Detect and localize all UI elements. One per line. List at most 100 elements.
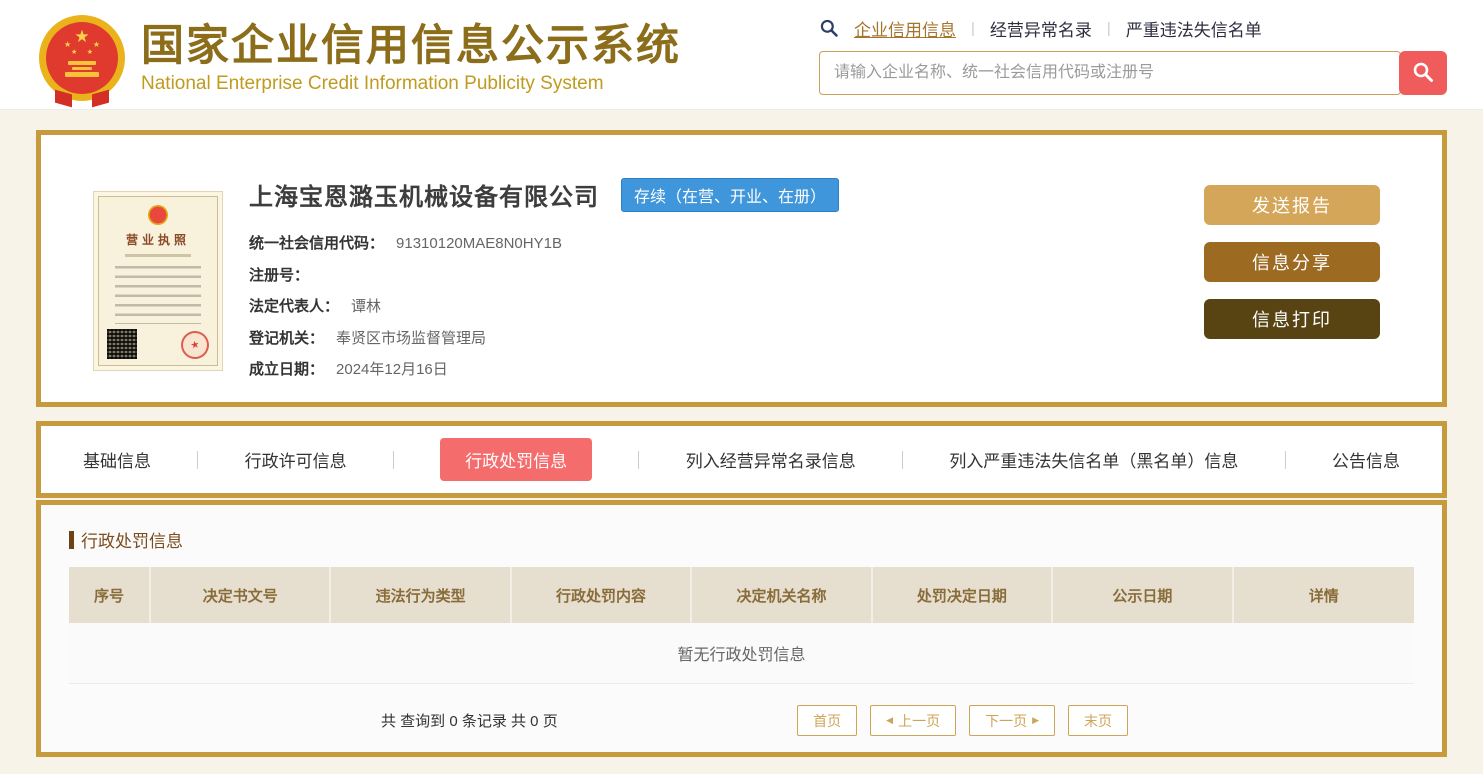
- header-right: 企业信用信息 | 经营异常名录 | 严重违法失信名单: [819, 10, 1447, 109]
- first-page-button[interactable]: 首页: [797, 705, 858, 736]
- license-qr-code: [107, 329, 137, 359]
- tab-administrative-license[interactable]: 行政许可信息: [245, 447, 347, 472]
- nav-link-enterprise-credit[interactable]: 企业信用信息: [854, 16, 956, 41]
- company-name-row: 上海宝恩潞玉机械设备有限公司 存续（在营、开业、在册）: [249, 177, 1204, 212]
- info-tabs-card: 基础信息 行政许可信息 行政处罚信息 列入经营异常名录信息 列入严重违法失信名单…: [36, 421, 1447, 498]
- emblem-gate-shape: [72, 66, 92, 70]
- info-tabs: 基础信息 行政许可信息 行政处罚信息 列入经营异常名录信息 列入严重违法失信名单…: [41, 438, 1442, 481]
- emblem-small-star-icon: ★: [92, 39, 100, 49]
- tab-serious-violations-blacklist[interactable]: 列入严重违法失信名单（黑名单）信息: [949, 447, 1238, 472]
- column-header-decision-doc-no: 决定书文号: [151, 567, 332, 623]
- field-registration-number: 注册号：: [249, 260, 1204, 292]
- site-titles: 国家企业信用信息公示系统 National Enterprise Credit …: [141, 21, 681, 95]
- business-license-image: 营业执照 ★: [93, 191, 223, 371]
- section-title-row: 行政处罚信息: [69, 527, 1414, 552]
- site-title-english: National Enterprise Credit Information P…: [141, 73, 604, 95]
- field-label: 成立日期：: [249, 361, 325, 378]
- last-page-label: 末页: [1084, 712, 1112, 729]
- search-bar: [819, 51, 1447, 95]
- penalty-table-header: 序号 决定书文号 违法行为类型 行政处罚内容 决定机关名称 处罚决定日期 公示日…: [69, 567, 1414, 623]
- license-emblem-icon: [148, 205, 168, 225]
- license-title: 营业执照: [125, 233, 190, 247]
- nav-link-abnormal-operations[interactable]: 经营异常名录: [990, 16, 1092, 41]
- tab-announcements[interactable]: 公告信息: [1332, 447, 1400, 472]
- tab-separator: [197, 450, 199, 469]
- record-count-summary: 共 查询到 0 条记录 共 0 页: [381, 713, 558, 730]
- top-nav: 企业信用信息 | 经营异常名录 | 严重违法失信名单: [819, 14, 1447, 42]
- prev-page-button[interactable]: ◀ 上一页: [870, 705, 957, 736]
- field-label: 统一社会信用代码：: [249, 235, 385, 252]
- emblem-small-star-icon: ★: [86, 48, 93, 56]
- tab-separator: [1284, 450, 1286, 469]
- share-info-button[interactable]: 信息分享: [1204, 242, 1380, 282]
- penalty-table: 序号 决定书文号 违法行为类型 行政处罚内容 决定机关名称 处罚决定日期 公示日…: [69, 567, 1414, 684]
- emblem-small-star-icon: ★: [64, 39, 72, 49]
- field-value: 2024年12月16日: [336, 361, 448, 378]
- nav-separator: |: [1106, 19, 1111, 37]
- field-label: 注册号：: [249, 266, 310, 284]
- prev-arrow-icon: ◀: [886, 715, 894, 725]
- section-title: 行政处罚信息: [81, 532, 183, 551]
- search-input[interactable]: [819, 51, 1401, 95]
- license-red-stamp-icon: ★: [178, 328, 212, 362]
- send-report-button[interactable]: 发送报告: [1204, 185, 1380, 225]
- tab-separator: [392, 450, 394, 469]
- company-summary-card: 营业执照 ★ 上海宝恩潞玉机械设备有限公司 存续（在营、开业、在册） 统一社会信…: [36, 130, 1447, 407]
- business-license-inner: 营业执照 ★: [98, 196, 218, 366]
- column-header-decision-date: 处罚决定日期: [873, 567, 1054, 623]
- field-unified-social-credit-code: 统一社会信用代码： 91310120MAE8N0HY1B: [249, 228, 1204, 260]
- company-action-buttons: 发送报告 信息分享 信息打印: [1204, 185, 1380, 402]
- field-label: 登记机关：: [249, 329, 325, 347]
- emblem-gate-shape: [68, 60, 96, 65]
- next-arrow-icon: ▶: [1032, 715, 1039, 725]
- print-info-button[interactable]: 信息打印: [1204, 299, 1380, 339]
- field-legal-representative: 法定代表人： 谭林: [249, 291, 1204, 323]
- search-submit-button[interactable]: [1399, 51, 1447, 95]
- prev-page-label: 上一页: [898, 712, 941, 729]
- table-empty-state: 暂无行政处罚信息: [69, 623, 1414, 684]
- column-header-violation-type: 违法行为类型: [331, 567, 512, 623]
- column-header-penalty-content: 行政处罚内容: [512, 567, 693, 623]
- tab-separator: [902, 450, 904, 469]
- site-header: ★ ★ ★ ★ ★ 国家企业信用信息公示系统 National Enterpri…: [0, 0, 1483, 110]
- next-page-button[interactable]: 下一页 ▶: [969, 705, 1055, 736]
- site-brand: ★ ★ ★ ★ ★ 国家企业信用信息公示系统 National Enterpri…: [38, 10, 681, 109]
- first-page-label: 首页: [813, 712, 842, 729]
- tab-abnormal-operations-list[interactable]: 列入经营异常名录信息: [686, 447, 856, 472]
- nav-link-serious-violations[interactable]: 严重违法失信名单: [1126, 16, 1262, 41]
- main-content: 营业执照 ★ 上海宝恩潞玉机械设备有限公司 存续（在营、开业、在册） 统一社会信…: [0, 110, 1483, 757]
- column-header-details: 详情: [1308, 587, 1339, 605]
- site-title-chinese: 国家企业信用信息公示系统: [141, 21, 681, 70]
- tab-basic-info[interactable]: 基础信息: [83, 447, 151, 472]
- last-page-button[interactable]: 末页: [1068, 705, 1128, 736]
- license-footer: ★: [107, 328, 212, 362]
- section-title-bar: [69, 530, 74, 549]
- tab-administrative-penalty[interactable]: 行政处罚信息: [440, 438, 593, 481]
- license-text-lines: [115, 266, 201, 324]
- company-name: 上海宝恩潞玉机械设备有限公司: [249, 184, 599, 211]
- company-info: 上海宝恩潞玉机械设备有限公司 存续（在营、开业、在册） 统一社会信用代码： 91…: [249, 177, 1204, 402]
- tab-separator: [638, 450, 640, 469]
- field-value: 91310120MAE8N0HY1B: [396, 235, 562, 252]
- column-header-seq: 序号: [69, 567, 151, 623]
- penalty-info-panel: 行政处罚信息 序号 决定书文号 违法行为类型 行政处罚内容 决定机关名称 处罚决…: [36, 500, 1447, 757]
- emblem-small-star-icon: ★: [71, 48, 78, 56]
- nav-separator: |: [971, 19, 975, 37]
- status-badge: 存续（在营、开业、在册）: [621, 177, 840, 212]
- field-registration-authority: 登记机关： 奉贤区市场监督管理局: [249, 323, 1204, 355]
- company-fields: 统一社会信用代码： 91310120MAE8N0HY1B 注册号： 法定代表人：…: [249, 228, 1204, 386]
- license-subtitle-line: [125, 254, 191, 257]
- emblem-gate-shape: [65, 71, 99, 77]
- field-label: 法定代表人：: [249, 298, 340, 315]
- field-value: 谭林: [351, 298, 382, 315]
- next-page-label: 下一页: [985, 712, 1028, 729]
- emblem-star-icon: ★: [74, 26, 90, 46]
- search-icon: [819, 18, 839, 38]
- column-header-publicity-date: 公示日期: [1053, 567, 1234, 623]
- pagination-bar: 共 查询到 0 条记录 共 0 页 首页 ◀ 上一页 下一页 ▶ 末页: [69, 705, 1414, 736]
- column-header-decision-authority: 决定机关名称: [692, 567, 873, 623]
- search-icon: [1411, 60, 1435, 87]
- national-emblem-logo: ★ ★ ★ ★ ★: [38, 14, 126, 107]
- field-value: 奉贤区市场监督管理局: [336, 329, 487, 347]
- pagination-buttons: 首页 ◀ 上一页 下一页 ▶ 末页: [797, 705, 1128, 736]
